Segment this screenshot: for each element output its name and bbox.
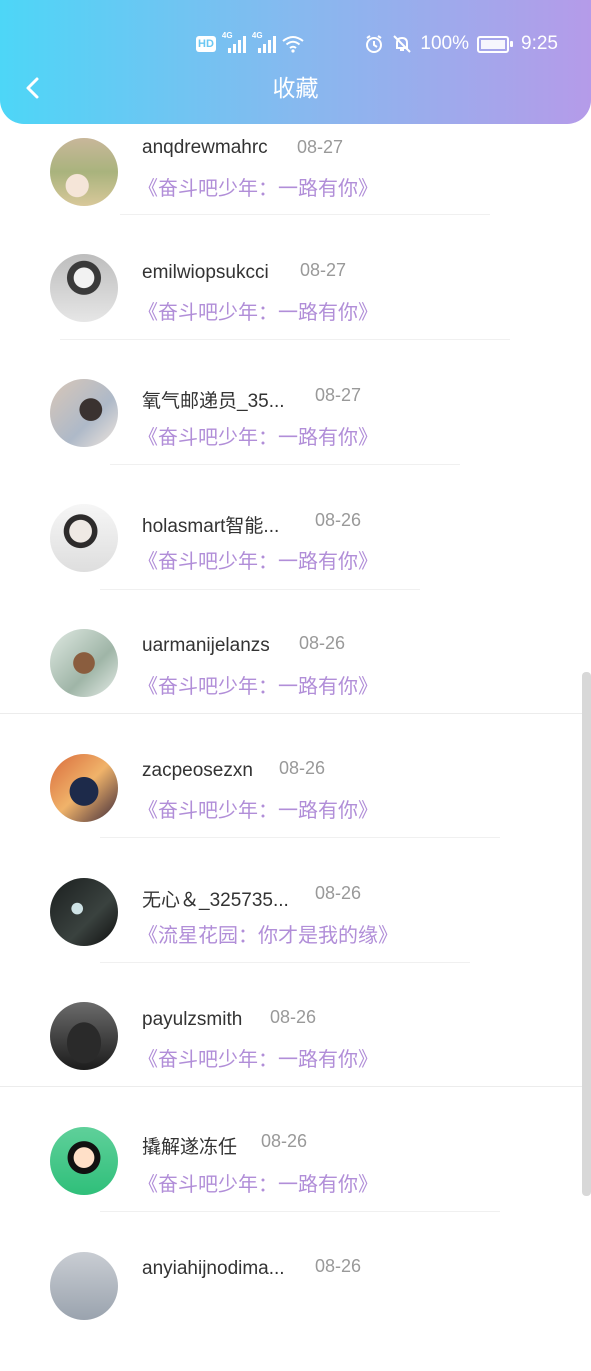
work-title[interactable]: 《流星花园：你才是我的缘》 <box>138 919 398 948</box>
favorite-date: 08-26 <box>315 510 362 530</box>
list-item[interactable]: zacpeosezxn 08-26 《奋斗吧少年：一路有你》 <box>0 748 580 873</box>
favorite-date: 08-26 <box>299 633 346 653</box>
section-divider <box>0 713 591 714</box>
favorite-date: 08-26 <box>315 883 362 903</box>
avatar[interactable] <box>50 754 118 822</box>
list-item[interactable]: uarmanijelanzs 08-26 《奋斗吧少年：一路有你》 <box>0 624 580 749</box>
user-name: holasmart智能... <box>142 516 280 537</box>
user-name: anyiahijnodima... <box>142 1258 285 1279</box>
user-name: payulzsmith <box>142 1009 243 1030</box>
work-title[interactable]: 《奋斗吧少年：一路有你》 <box>138 1043 378 1072</box>
wifi-icon <box>282 36 304 53</box>
signal-icon: 4G <box>252 31 276 53</box>
favorite-date: 08-26 <box>261 1131 308 1151</box>
list-item[interactable]: 无心＆_325735... 08-26 《流星花园：你才是我的缘》 <box>0 873 580 998</box>
divider <box>110 464 460 465</box>
work-title[interactable]: 《奋斗吧少年：一路有你》 <box>138 296 378 325</box>
favorite-date: 08-26 <box>279 758 326 778</box>
alarm-icon <box>366 35 383 53</box>
work-title[interactable]: 《奋斗吧少年：一路有你》 <box>138 794 378 823</box>
avatar[interactable] <box>50 1127 118 1195</box>
work-title[interactable]: 《奋斗吧少年：一路有你》 <box>138 670 378 699</box>
battery-icon <box>477 35 514 53</box>
divider <box>120 214 490 215</box>
user-name: zacpeosezxn <box>142 760 253 781</box>
avatar[interactable] <box>50 1002 118 1070</box>
favorites-list: anqdrewmahrc 08-27 《奋斗吧少年：一路有你》 emilwiop… <box>0 0 591 1320</box>
user-name: anqdrewmahrc <box>142 137 268 158</box>
favorite-date: 08-27 <box>297 137 344 157</box>
battery-percent: 100% <box>420 33 470 54</box>
signal-icon: 4G <box>222 31 246 53</box>
mute-icon <box>393 35 412 53</box>
user-name: 撬解遂冻任 <box>142 1137 238 1158</box>
avatar[interactable] <box>50 138 118 206</box>
user-name: 无心＆_325735... <box>142 890 289 911</box>
header: HD 4G 4G 100% 9:25 收藏 <box>0 0 591 124</box>
list-item[interactable]: payulzsmith 08-26 《奋斗吧少年：一路有你》 <box>0 997 580 1122</box>
divider <box>100 1211 500 1212</box>
page-title: 收藏 <box>272 75 319 101</box>
status-bar-left: HD 4G 4G <box>196 31 304 57</box>
favorite-date: 08-27 <box>300 260 347 280</box>
favorite-date: 08-27 <box>315 385 362 405</box>
avatar[interactable] <box>50 629 118 697</box>
list-item[interactable]: 氧气邮递员_35... 08-27 《奋斗吧少年：一路有你》 <box>0 374 580 499</box>
list-item[interactable]: holasmart智能... 08-26 《奋斗吧少年：一路有你》 <box>0 499 580 624</box>
list-item[interactable]: anyiahijnodima... 08-26 <box>0 1246 580 1371</box>
divider <box>100 589 420 590</box>
work-title[interactable]: 《奋斗吧少年：一路有你》 <box>138 545 378 574</box>
avatar[interactable] <box>50 878 118 946</box>
scrollbar[interactable] <box>582 672 591 1196</box>
divider <box>60 339 510 340</box>
user-name: 氧气邮递员_35... <box>142 391 285 412</box>
avatar[interactable] <box>50 1252 118 1320</box>
work-title[interactable]: 《奋斗吧少年：一路有你》 <box>138 172 378 201</box>
section-divider <box>0 1086 591 1087</box>
user-name: uarmanijelanzs <box>142 635 270 656</box>
list-item[interactable]: emilwiopsukcci 08-27 《奋斗吧少年：一路有你》 <box>0 249 580 374</box>
favorite-date: 08-26 <box>315 1256 362 1276</box>
divider <box>100 962 470 963</box>
clock: 9:25 <box>521 33 558 54</box>
list-item[interactable]: anqdrewmahrc 08-27 《奋斗吧少年：一路有你》 <box>0 124 580 249</box>
avatar[interactable] <box>50 254 118 322</box>
hd-badge: HD <box>196 36 216 52</box>
status-bar-right: 100% 9:25 <box>364 31 558 57</box>
divider <box>100 837 500 838</box>
favorite-date: 08-26 <box>270 1007 317 1027</box>
work-title[interactable]: 《奋斗吧少年：一路有你》 <box>138 421 378 450</box>
avatar[interactable] <box>50 504 118 572</box>
list-item[interactable]: 撬解遂冻任 08-26 《奋斗吧少年：一路有你》 <box>0 1122 580 1247</box>
user-name: emilwiopsukcci <box>142 262 269 283</box>
avatar[interactable] <box>50 379 118 447</box>
work-title[interactable]: 《奋斗吧少年：一路有你》 <box>138 1168 378 1197</box>
